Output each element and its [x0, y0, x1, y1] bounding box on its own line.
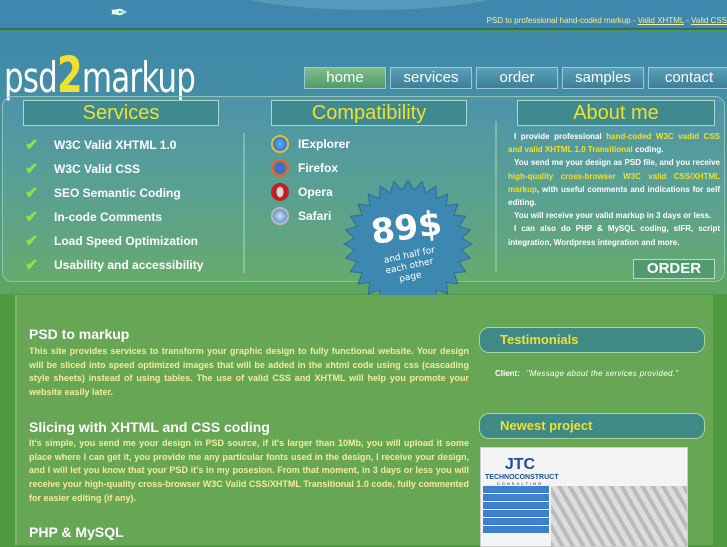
- browser-label: Firefox: [298, 161, 339, 175]
- browser-label: Safari: [298, 209, 332, 223]
- about-p1: I provide professional hand-coded W3C va…: [508, 130, 720, 156]
- section-text: This site provides services to transform…: [29, 346, 469, 398]
- checkmark-icon: ✔: [25, 209, 39, 226]
- safari-icon: [271, 207, 289, 225]
- logo-post: markup: [81, 53, 196, 102]
- service-item: ✔ Usability and accessibility: [25, 255, 203, 275]
- browser-item: Opera: [271, 183, 333, 201]
- browser-label: IExplorer: [298, 137, 351, 151]
- service-item: ✔ SEO Semantic Coding: [25, 183, 181, 203]
- nav-order[interactable]: order: [476, 67, 558, 89]
- browser-item: Safari: [271, 207, 331, 225]
- nav-home[interactable]: home: [304, 67, 386, 89]
- service-label: W3C Valid CSS: [54, 162, 141, 176]
- logo-pre: psd: [4, 53, 58, 102]
- services-heading: Services: [23, 100, 219, 126]
- header: psd2markup home services order samples c…: [0, 32, 727, 309]
- browser-label: Opera: [298, 185, 333, 199]
- section-title: Slicing with XHTML and CSS coding: [29, 419, 270, 435]
- main-nav: home services order samples contact: [304, 67, 727, 89]
- checkmark-icon: ✔: [25, 137, 39, 154]
- service-item: ✔ Load Speed Optimization: [25, 231, 198, 251]
- about-p4: I can also do PHP & MySQL coding, sIFR, …: [508, 224, 720, 247]
- order-button[interactable]: ORDER: [633, 259, 715, 279]
- top-bar: ✒ PSD to professional hand-coded markup …: [0, 0, 727, 30]
- firefox-icon: [271, 159, 289, 177]
- compatibility-heading: Compatibility: [271, 100, 467, 126]
- divider: [243, 133, 245, 273]
- project-image: [551, 486, 687, 546]
- client-label: Client:: [495, 369, 520, 378]
- checkmark-icon: ✔: [25, 257, 39, 274]
- project-screenshot[interactable]: ЈТС TECHNOCONSTRUCT CONSULTING: [480, 447, 688, 547]
- iexplorer-icon: [271, 135, 289, 153]
- service-item: ✔ In-code Comments: [25, 207, 162, 227]
- tagline-text: PSD to professional hand-coded markup -: [486, 16, 638, 25]
- about-text: I provide professional hand-coded W3C va…: [508, 130, 720, 249]
- service-item: ✔ W3C Valid CSS: [25, 159, 140, 179]
- service-item: ✔ W3C Valid XHTML 1.0: [25, 135, 176, 155]
- service-label: W3C Valid XHTML 1.0: [54, 138, 177, 152]
- section-title: PHP & MySQL: [29, 524, 124, 540]
- checkmark-icon: ✔: [25, 185, 39, 202]
- service-label: Load Speed Optimization: [54, 234, 199, 248]
- divider: [495, 121, 497, 271]
- newest-project-heading: Newest project: [479, 413, 705, 439]
- checkmark-icon: ✔: [25, 161, 39, 178]
- main-content: PSD to markup This site provides service…: [15, 295, 713, 547]
- text: coding.: [632, 145, 664, 155]
- top-glow: [220, 0, 520, 10]
- price-starburst: 89$ and half for each other page: [343, 179, 473, 309]
- service-label: In-code Comments: [54, 210, 163, 224]
- nav-samples[interactable]: samples: [562, 67, 644, 89]
- text: I provide professional: [514, 132, 607, 141]
- service-label: SEO Semantic Coding: [54, 186, 181, 200]
- testimonials-heading: Testimonials: [479, 327, 705, 353]
- about-p2: You send me your design as PSD file, and…: [508, 156, 720, 209]
- service-label: Usability and accessibility: [54, 258, 204, 272]
- testimonial: Client: "Message about the services prov…: [495, 367, 693, 381]
- section-title: PSD to markup: [29, 326, 130, 342]
- quill-icon: ✒: [110, 0, 129, 25]
- feature-panel: Services Compatibility About me ✔ W3C Val…: [2, 96, 725, 309]
- nav-services[interactable]: services: [390, 67, 472, 89]
- checkmark-icon: ✔: [25, 233, 39, 250]
- tagline: PSD to professional hand-coded markup - …: [487, 16, 727, 25]
- section-text: It's simple, you send me your design in …: [29, 438, 469, 503]
- browser-item: IExplorer: [271, 135, 350, 153]
- valid-xhtml-link[interactable]: Valid XHTML: [638, 16, 684, 25]
- browser-item: Firefox: [271, 159, 338, 177]
- about-heading: About me: [517, 100, 715, 126]
- client-quote: "Message about the services provided.": [526, 369, 679, 378]
- text: , with useful comments and indications f…: [508, 184, 720, 208]
- project-menu: [483, 486, 549, 534]
- valid-css-link[interactable]: Valid CSS: [691, 16, 727, 25]
- text: You send me your design as PSD file, and…: [514, 158, 720, 168]
- project-logo-text: TECHNOCONSTRUCT: [485, 474, 559, 481]
- opera-icon: [271, 183, 289, 201]
- project-logo: ЈТС TECHNOCONSTRUCT CONSULTING: [485, 456, 559, 486]
- nav-contact[interactable]: contact: [648, 67, 727, 89]
- about-p3: You will receive your valid markup in 3 …: [514, 211, 712, 221]
